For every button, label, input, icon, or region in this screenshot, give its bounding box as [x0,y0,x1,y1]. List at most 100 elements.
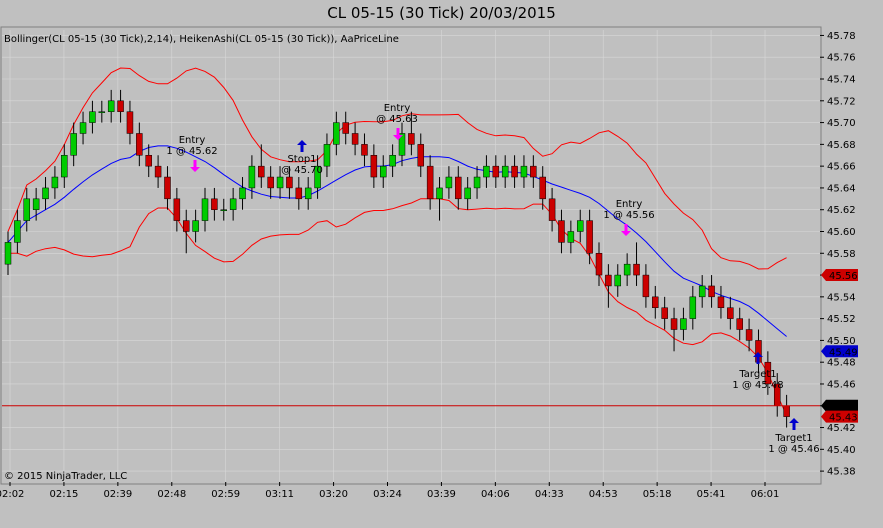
candle-body [4,242,12,265]
candle-body [304,187,312,200]
candle-body [126,111,134,134]
candle-body [464,187,471,200]
candle-body [623,263,631,276]
candle-body [483,165,490,178]
y-tick-label: 45.78 [827,31,856,42]
annotation-text: Entry [384,103,411,114]
plot-area [0,26,822,485]
candle-body [248,165,256,189]
indicator-label: Bollinger(CL 05-15 (30 Tick),2,14), Heik… [4,34,399,45]
candle-body [455,176,462,200]
y-tick-label: 45.64 [827,183,856,194]
trade-markers: Entry1 @ 45.62Stop1@ 45.70Entry@ 45.63En… [166,103,819,455]
price-badge-label: 45.56 [829,271,858,282]
x-tick-label: 03:20 [319,489,348,500]
candle-body [389,155,396,167]
y-tick-label: 45.66 [827,162,856,173]
x-tick-label: 06:01 [751,489,780,500]
candle-body [61,155,68,178]
candle-body [211,198,218,210]
candle-body [567,231,575,243]
candle-body [370,155,378,178]
candle-body [276,176,284,189]
copyright-text: © 2015 NinjaTrader, LLC [4,471,127,482]
annotation-text: @ 45.63 [376,114,418,125]
candle-body [689,296,697,319]
x-tick-label: 02:02 [0,489,24,500]
candle-body [79,122,87,134]
grid [2,30,820,482]
candle-body [539,176,546,200]
x-tick-label: 03:24 [373,489,402,500]
candle-body [267,176,274,189]
candle-body [501,165,509,178]
candle-body [23,198,31,221]
y-tick-label: 45.50 [827,336,856,347]
x-tick-label: 02:59 [211,489,240,500]
candle-body [595,253,603,276]
bollinger-middle [7,145,787,337]
candle-body [323,144,331,167]
y-tick-label: 45.58 [827,249,856,260]
y-tick-label: 45.48 [827,358,856,369]
candle-body [576,220,584,232]
candle-body [379,165,387,178]
candle-body [783,405,790,417]
candle-body [333,122,340,145]
x-tick-label: 05:18 [643,489,672,500]
candle-body [698,285,706,298]
annotation-text: @ 45.70 [281,165,323,176]
candle-body [229,198,237,210]
candle-body [182,220,190,232]
y-tick-label: 45.54 [827,292,856,303]
candle-body [136,133,143,156]
x-tick-label: 04:53 [589,489,618,500]
annotation-text: Target1 [774,433,812,444]
annotation-text: Target1 [738,369,776,380]
candle-body [98,111,106,113]
candle-body [605,274,612,287]
target-arrow-icon [297,140,307,152]
candle-body [426,165,434,200]
candle-body [708,285,715,298]
y-tick-label: 45.68 [827,140,856,151]
candle-body [633,263,640,276]
candle-body [70,133,77,156]
candle-body [680,318,687,330]
target-arrow-icon [789,418,799,430]
y-tick-label: 45.52 [827,314,856,325]
candle-body [736,318,743,330]
x-tick-label: 03:11 [265,489,294,500]
candle-body [717,296,725,308]
candle-body [408,133,415,145]
candle-body [727,307,734,319]
candle-body [192,220,199,232]
y-tick-label: 45.76 [827,53,856,64]
candles [2,89,820,428]
candle-body [107,100,115,112]
x-tick-label: 04:33 [535,489,564,500]
candle-body [201,198,209,221]
candle-body [530,165,537,178]
x-axis: 02:02 02:15 02:39 02:48 02:59 03:11 03:20 03:24… [0,482,779,500]
annotation-text: 1 @ 45.62 [166,146,217,157]
chart-canvas[interactable]: Entry1 @ 45.62Stop1@ 45.70Entry@ 45.63En… [0,0,883,528]
y-tick-label: 45.38 [827,467,856,478]
candle-body [445,176,453,189]
price-badge-label: 45.49 [829,347,858,358]
y-tick-label: 45.42 [827,423,856,434]
candle-body [670,318,678,330]
candle-body [51,176,59,189]
candle-body [117,100,124,112]
candle-body [286,176,293,189]
y-tick-label: 45.72 [827,96,856,107]
x-tick-label: 02:15 [50,489,79,500]
candle-body [164,176,171,200]
candle-body [145,155,152,167]
candle-body [511,165,518,178]
candle-body [351,133,359,145]
candle-body [361,144,368,156]
y-tick-label: 45.46 [827,379,856,390]
bollinger-lower [8,198,788,416]
candle-body [220,209,228,211]
